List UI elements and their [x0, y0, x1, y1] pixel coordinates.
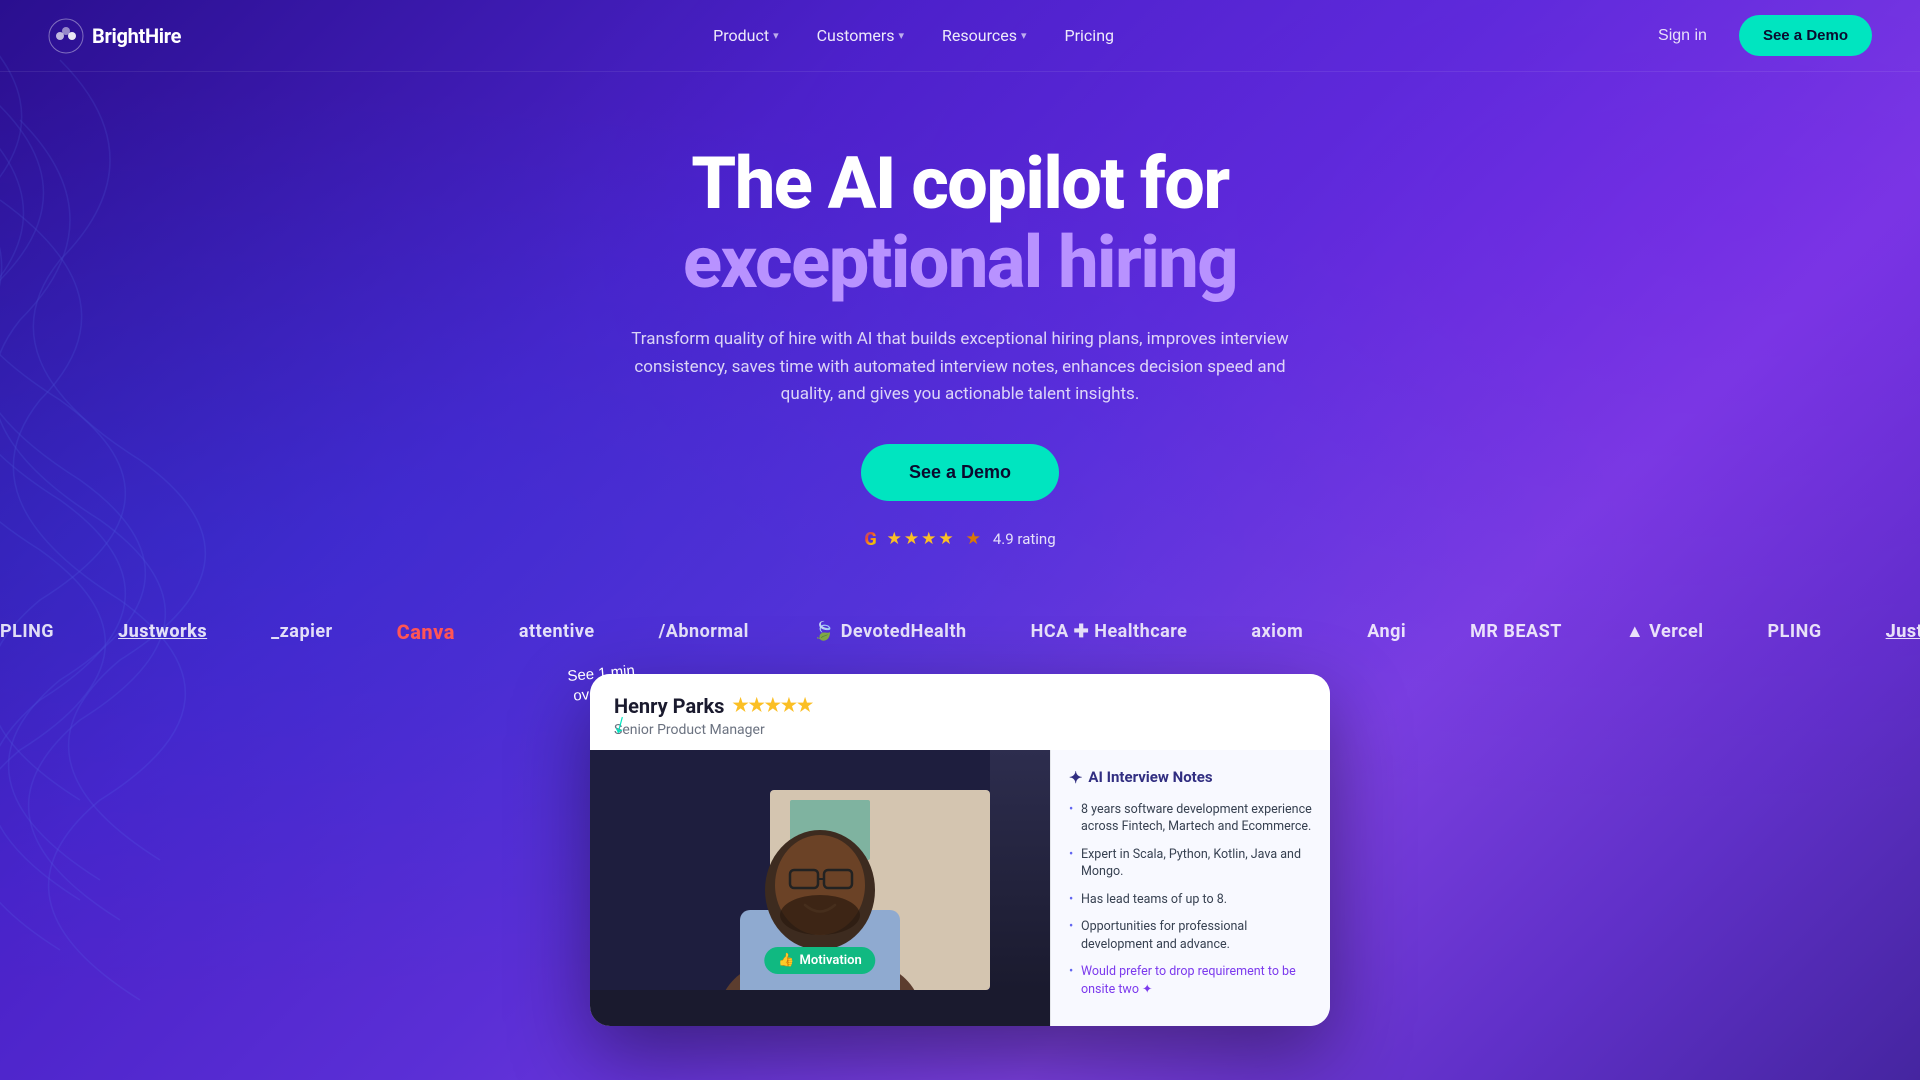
candidate-rating-stars: ★★★★★	[732, 695, 813, 716]
motivation-tag: 👍 Motivation	[764, 947, 875, 974]
logos-strip: PLING Justworks _zapier Canva attentive …	[0, 600, 1920, 664]
note-item-1: Expert in Scala, Python, Kotlin, Java an…	[1069, 846, 1312, 881]
motivation-label: Motivation	[799, 953, 861, 968]
preview-section: See 1 minoverview ↓ Henry Parks ★★★★★ Se…	[0, 664, 1920, 1027]
logo-axiom: axiom	[1251, 621, 1303, 642]
hero-title-line1: The AI copilot for	[691, 141, 1228, 226]
navbar: BrightHire Product ▾ Customers ▾ Resourc…	[0, 0, 1920, 72]
chevron-down-icon: ▾	[899, 29, 905, 42]
logo-pling-dup: PLING	[1768, 621, 1822, 642]
chevron-down-icon: ▾	[773, 29, 779, 42]
rating-row: G ★★★★ ★ 4.9 rating	[48, 529, 1872, 550]
notes-title: ✦ AI Interview Notes	[1069, 768, 1312, 787]
note-item-2: Has lead teams of up to 8.	[1069, 891, 1312, 909]
candidate-card: Henry Parks ★★★★★ Senior Product Manager	[590, 674, 1330, 1027]
hero-section: The AI copilot for exceptional hiring Tr…	[0, 72, 1920, 590]
logos-track: PLING Justworks _zapier Canva attentive …	[0, 620, 1920, 644]
logo-mrbeast: MR BEAST	[1470, 621, 1562, 642]
logo-devoted: 🍃 DevotedHealth	[813, 621, 967, 642]
hero-subtitle: Transform quality of hire with AI that b…	[620, 326, 1300, 408]
navbar-logo-area: BrightHire	[48, 18, 181, 54]
hero-title-line2: exceptional hiring	[683, 220, 1237, 305]
brand-logo-icon	[48, 18, 84, 54]
chevron-down-icon: ▾	[1021, 29, 1027, 42]
nav-label-customers: Customers	[817, 26, 895, 45]
card-header: Henry Parks ★★★★★ Senior Product Manager	[590, 674, 1330, 750]
note-item-0: 8 years software development experience …	[1069, 801, 1312, 836]
handwriting-annotation: See 1 minoverview ↓	[567, 661, 641, 746]
rating-stars: ★★★★	[887, 529, 956, 549]
arrow-icon: ↓	[598, 701, 644, 746]
notes-title-text: AI Interview Notes	[1088, 768, 1212, 786]
logo-vercel: ▲ Vercel	[1626, 621, 1704, 642]
note-item-4: Would prefer to drop requirement to be o…	[1069, 963, 1312, 998]
card-body: 👍 Motivation ✦ AI Interview Notes 8 year…	[590, 750, 1330, 1027]
logo-justworks: Justworks	[118, 621, 207, 642]
navbar-actions: Sign in See a Demo	[1646, 15, 1872, 56]
logo-justworks-dup: Justworks	[1886, 621, 1920, 642]
video-panel: 👍 Motivation	[590, 750, 1050, 1027]
candidate-name-row: Henry Parks ★★★★★	[614, 694, 1306, 718]
brand-name: BrightHire	[92, 24, 181, 48]
video-placeholder: 👍 Motivation	[590, 750, 1050, 990]
nav-menu: Product ▾ Customers ▾ Resources ▾ Pricin…	[697, 18, 1130, 53]
notes-panel: ✦ AI Interview Notes 8 years software de…	[1050, 750, 1330, 1027]
sparkle-icon: ✦	[1069, 768, 1082, 787]
sign-in-button[interactable]: Sign in	[1646, 19, 1719, 53]
motivation-emoji: 👍	[778, 953, 794, 968]
nav-label-resources: Resources	[942, 26, 1017, 45]
nav-item-customers[interactable]: Customers ▾	[801, 18, 920, 53]
logo-abnormal: /Abnormal	[659, 621, 749, 642]
handwriting-text: See 1 minoverview	[567, 662, 636, 704]
nav-label-product: Product	[713, 26, 769, 45]
demo-button-nav[interactable]: See a Demo	[1739, 15, 1872, 56]
logo-attentive: attentive	[519, 621, 595, 642]
nav-item-product[interactable]: Product ▾	[697, 18, 794, 53]
hero-title: The AI copilot for exceptional hiring	[48, 144, 1872, 302]
nav-label-pricing: Pricing	[1065, 26, 1115, 45]
note-item-3: Opportunities for professional developme…	[1069, 918, 1312, 953]
g-logo: G	[864, 529, 876, 550]
demo-button-hero[interactable]: See a Demo	[861, 444, 1059, 501]
logo-hca: HCA ✚ Healthcare	[1031, 621, 1188, 642]
logo-pling: PLING	[0, 621, 54, 642]
logo-canva: Canva	[397, 620, 455, 644]
logo-angi: Angi	[1367, 621, 1406, 642]
candidate-title: Senior Product Manager	[614, 722, 1306, 738]
rating-half-star: ★	[966, 529, 983, 549]
logo-zapier: _zapier	[271, 621, 333, 642]
nav-item-pricing[interactable]: Pricing	[1049, 18, 1131, 53]
rating-value: 4.9 rating	[993, 530, 1056, 548]
nav-item-resources[interactable]: Resources ▾	[926, 18, 1042, 53]
